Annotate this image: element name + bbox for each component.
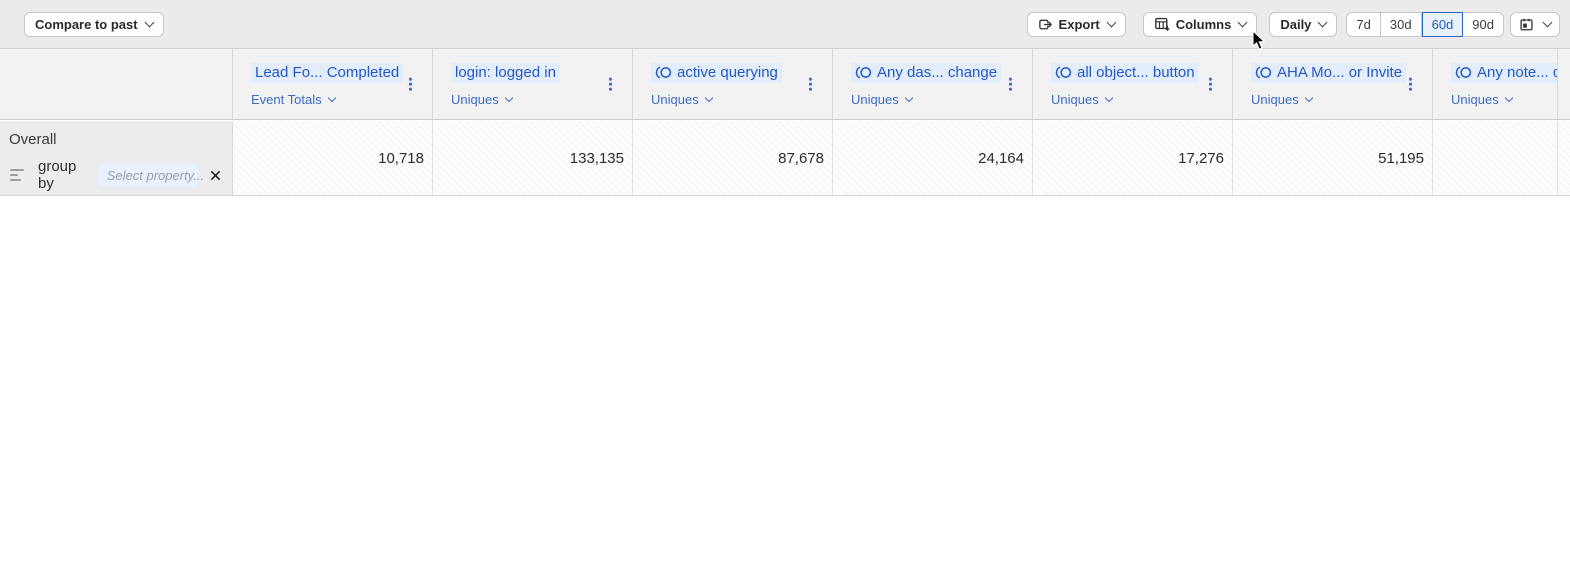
export-button[interactable]: Export (1027, 12, 1126, 37)
chevron-down-icon (904, 94, 912, 102)
chevron-down-icon (704, 94, 712, 102)
columns-button[interactable]: Columns (1143, 12, 1258, 37)
table-cell[interactable]: 51,195 (1233, 121, 1433, 195)
header-spacer (0, 49, 233, 119)
chevron-down-icon (144, 17, 154, 27)
column-menu-icon[interactable] (1207, 76, 1214, 93)
column-title: active querying (651, 63, 816, 83)
column-menu-icon[interactable] (807, 76, 814, 93)
header-overflow (1558, 49, 1570, 119)
metric-selector[interactable]: Uniques (1451, 92, 1541, 107)
chevron-down-icon (1543, 17, 1553, 27)
column-header[interactable]: Any note... cha Uniques (1433, 49, 1558, 119)
table-cell[interactable] (1433, 121, 1558, 195)
column-title: login: logged in (451, 63, 616, 83)
metric-selector[interactable]: Event Totals (251, 92, 416, 107)
export-icon (1038, 17, 1053, 32)
chevron-down-icon (1318, 17, 1328, 27)
column-header[interactable]: active querying Uniques (633, 49, 833, 119)
table-cell[interactable]: 17,276 (1033, 121, 1233, 195)
grouped-event-icon (1255, 66, 1272, 79)
interval-label: Daily (1280, 17, 1311, 32)
export-label: Export (1059, 17, 1100, 32)
chevron-down-icon (1104, 94, 1112, 102)
column-title: Any das... change (851, 63, 1016, 83)
chevron-down-icon (1238, 17, 1248, 27)
grouped-event-icon (1455, 66, 1472, 79)
column-menu-icon[interactable] (607, 76, 614, 93)
column-menu-icon[interactable] (1407, 76, 1414, 93)
column-header[interactable]: AHA Mo... or Invite Uniques (1233, 49, 1433, 119)
columns-icon (1154, 16, 1170, 32)
columns-label: Columns (1176, 17, 1232, 32)
table-row: Overall group by Select property... 10,7… (0, 121, 1570, 196)
group-by-label: group by (38, 158, 87, 192)
column-header[interactable]: all object... button Uniques (1033, 49, 1233, 119)
table-cell[interactable]: 24,164 (833, 121, 1033, 195)
grouped-event-icon (855, 66, 872, 79)
column-title: all object... button (1051, 63, 1216, 83)
date-range-segmented-control: 7d 30d 60d 90d (1346, 12, 1504, 37)
range-90d-button[interactable]: 90d (1463, 12, 1504, 37)
metric-selector[interactable]: Uniques (851, 92, 1016, 107)
group-by-icon (10, 169, 24, 182)
cell-overflow (1558, 121, 1570, 195)
compare-to-past-button[interactable]: Compare to past (24, 12, 164, 37)
toolbar: Compare to past Export Columns Daily (0, 0, 1570, 48)
column-title: Lead Fo... Completed (251, 63, 416, 83)
row-label: Overall (9, 131, 224, 148)
analytics-dashboard: Compare to past Export Columns Daily (0, 0, 1570, 562)
calendar-button[interactable] (1510, 12, 1560, 37)
column-title: Any note... cha (1451, 63, 1541, 83)
column-header[interactable]: Any das... change Uniques (833, 49, 1033, 119)
column-header[interactable]: Lead Fo... Completed Event Totals (233, 49, 433, 119)
range-7d-button[interactable]: 7d (1346, 12, 1380, 37)
metric-selector[interactable]: Uniques (1251, 92, 1416, 107)
compare-to-past-label: Compare to past (35, 17, 138, 32)
metric-selector[interactable]: Uniques (451, 92, 616, 107)
column-header[interactable]: login: logged in Uniques (433, 49, 633, 119)
metric-selector[interactable]: Uniques (651, 92, 816, 107)
row-header-cell: Overall group by Select property... (0, 121, 233, 195)
grouped-event-icon (1055, 66, 1072, 79)
table-cell[interactable]: 10,718 (233, 121, 433, 195)
range-60d-button[interactable]: 60d (1422, 12, 1464, 37)
table-header-row: Lead Fo... Completed Event Totals login:… (0, 48, 1570, 120)
table-cell[interactable]: 87,678 (633, 121, 833, 195)
range-30d-button[interactable]: 30d (1381, 12, 1422, 37)
toolbar-right-group: Export Columns Daily 7d 30d 60d 90d (1027, 12, 1560, 37)
chevron-down-icon (1504, 94, 1512, 102)
calendar-icon (1519, 17, 1534, 32)
chevron-down-icon (1304, 94, 1312, 102)
grouped-event-icon (655, 66, 672, 79)
column-menu-icon[interactable] (1007, 76, 1014, 93)
group-by-control: group by Select property... (8, 158, 224, 192)
chevron-down-icon (327, 94, 335, 102)
close-icon[interactable] (207, 167, 224, 184)
metric-selector[interactable]: Uniques (1051, 92, 1216, 107)
column-title: AHA Mo... or Invite (1251, 63, 1416, 83)
group-by-property-input[interactable]: Select property... (98, 164, 197, 187)
column-menu-icon[interactable] (407, 76, 414, 93)
chevron-down-icon (1106, 17, 1116, 27)
chevron-down-icon (504, 94, 512, 102)
table-cell[interactable]: 133,135 (433, 121, 633, 195)
interval-button[interactable]: Daily (1269, 12, 1337, 37)
